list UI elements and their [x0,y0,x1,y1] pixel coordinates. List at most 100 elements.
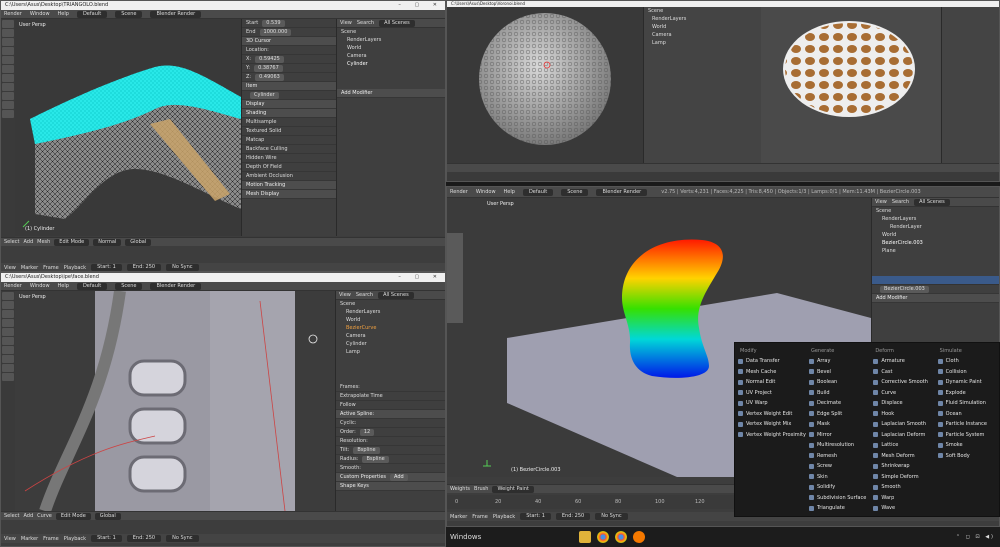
timeline-playback-menu[interactable]: Playback [493,514,515,520]
menu-render[interactable]: Render [4,283,22,289]
timeline-frame-menu[interactable]: Frame [472,514,488,520]
outliner-camera[interactable]: Camera [644,31,761,39]
render-engine-select[interactable]: Blender Render [596,188,648,196]
modifier-item-skin[interactable]: Skin [808,472,870,483]
radius-select[interactable]: Bspline [362,456,389,463]
menu-help[interactable]: Help [58,11,69,17]
end-field[interactable]: 1000.000 [259,29,292,36]
layout-select[interactable]: Default [76,10,108,18]
outliner-search-menu[interactable]: Search [357,20,374,26]
outliner-world[interactable]: World [336,316,445,324]
modifier-item-solidify[interactable]: Solidify [808,482,870,493]
modifier-item-screw[interactable]: Screw [808,461,870,472]
modifier-item-wave[interactable]: Wave [873,503,934,514]
end-frame-field[interactable]: End: 250 [126,535,162,542]
timeline-marker-menu[interactable]: Marker [21,265,38,271]
window-title-bar[interactable]: C:\Users\Asus\Desktop\ipe\face.blend – ▢… [1,273,445,282]
timeline-playback-menu[interactable]: Playback [64,265,86,271]
window-title-bar[interactable]: C:\Users\Asus\Desktop\TRIANGOLO.blend – … [1,1,445,10]
end-frame-field[interactable]: End: 250 [555,513,591,520]
mode-select[interactable]: Edit Mode [54,238,90,246]
add-modifier-button[interactable]: Add Modifier [872,294,999,303]
modifier-item-array[interactable]: Array [808,356,870,367]
modifier-item-bevel[interactable]: Bevel [808,367,870,378]
checkbox-backface-culling[interactable]: Backface Culling [242,145,336,154]
menu-render[interactable]: Render [450,189,468,195]
modifier-item-laplacian-smooth[interactable]: Laplacian Smooth [873,419,934,430]
modifier-item-particle-system[interactable]: Particle System [937,430,999,441]
outliner-beziercircle[interactable]: BezierCircle.003 [872,239,999,247]
folder-icon[interactable] [579,531,591,543]
modifier-item-laplacian-deform[interactable]: Laplacian Deform [873,430,934,441]
section-3d-cursor[interactable]: 3D Cursor [242,37,336,46]
window-controls[interactable]: – ▢ ✕ [398,273,443,282]
orientation-select[interactable]: Global [94,512,121,520]
outliner-view-menu[interactable]: View [339,292,351,298]
modifier-item-particle-instance[interactable]: Particle Instance [937,419,999,430]
modifier-item-uv-warp[interactable]: UV Warp [738,398,806,409]
outliner-renderlayers[interactable]: RenderLayers [336,308,445,316]
menu-render[interactable]: Render [4,11,22,17]
menu-weights[interactable]: Weights [450,486,470,492]
timeline-marker-menu[interactable]: Marker [21,536,38,542]
outliner-cylinder[interactable]: Cylinder [337,60,445,68]
section-custom-properties[interactable]: Custom Properties Add [336,473,445,482]
outliner-renderlayers[interactable]: RenderLayers [872,215,999,223]
tool-tabs[interactable] [1,19,15,244]
modifier-item-mesh-cache[interactable]: Mesh Cache [738,367,806,378]
modifier-item-ocean[interactable]: Ocean [937,409,999,420]
modifier-item-displace[interactable]: Displace [873,398,934,409]
prop-cyclic[interactable]: Cyclic: [336,419,445,428]
render-engine-select[interactable]: Blender Render [150,10,202,18]
sync-select[interactable]: No Sync [595,513,628,520]
checkbox-matcap[interactable]: Matcap [242,136,336,145]
modifier-item-corrective-smooth[interactable]: Corrective Smooth [873,377,934,388]
object-name-field[interactable]: BezierCircle.003 [880,286,929,293]
prop-follow[interactable]: Follow [336,401,445,410]
outliner-camera[interactable]: Camera [336,332,445,340]
outliner-display-select[interactable]: All Scenes [379,19,415,27]
outliner-display-select[interactable]: All Scenes [914,198,950,206]
start-frame-field[interactable]: Start: 1 [91,264,122,271]
modifier-item-subdivision-surface[interactable]: Subdivision Surface [808,493,870,504]
section-motion-tracking[interactable]: Motion Tracking [242,181,336,190]
outliner-beziercurve[interactable]: BezierCurve [336,324,445,332]
outliner-renderlayers[interactable]: RenderLayers [337,36,445,44]
add-modifier-button[interactable]: Add Modifier [337,89,445,98]
section-item[interactable]: Item [242,82,336,91]
prop-extrapolate[interactable]: Extrapolate Time [336,392,445,401]
checkbox-textured-solid[interactable]: Textured Solid [242,127,336,136]
cylinder-mesh[interactable] [15,19,241,236]
modifier-item-vertex-weight-proximity[interactable]: Vertex Weight Proximity [738,430,806,441]
orientation-select[interactable]: Global [125,238,152,246]
modifier-item-uv-project[interactable]: UV Project [738,388,806,399]
start-frame-field[interactable]: Start: 1 [520,513,551,520]
modifier-item-build[interactable]: Build [808,388,870,399]
window-controls[interactable]: – ▢ ✕ [398,1,443,10]
pivot-select[interactable]: Normal [93,238,122,246]
modifier-item-simple-deform[interactable]: Simple Deform [873,472,934,483]
modifier-item-vertex-weight-mix[interactable]: Vertex Weight Mix [738,419,806,430]
end-frame-field[interactable]: End: 250 [126,264,162,271]
checkbox-depth-of-field[interactable]: Depth Of Field [242,163,336,172]
chrome-icon-2[interactable] [615,531,627,543]
menu-mesh[interactable]: Mesh [37,239,50,245]
modifier-item-cloth[interactable]: Cloth [937,356,999,367]
sync-select[interactable]: No Sync [166,264,199,271]
modifier-item-vertex-weight-edit[interactable]: Vertex Weight Edit [738,409,806,420]
layout-select[interactable]: Default [522,188,554,196]
modifier-item-boolean[interactable]: Boolean [808,377,870,388]
modifier-item-hook[interactable]: Hook [873,409,934,420]
outliner-view-menu[interactable]: View [875,199,887,205]
timeline-frame-menu[interactable]: Frame [43,265,59,271]
modifier-item-mask[interactable]: Mask [808,419,870,430]
section-shading[interactable]: Shading [242,109,336,118]
modifier-item-soft-body[interactable]: Soft Body [937,451,999,462]
menu-brush[interactable]: Brush [474,486,488,492]
timeline-marker-menu[interactable]: Marker [450,514,467,520]
3d-viewport-sphere[interactable] [447,7,643,163]
tilt-select[interactable]: Bspline [353,447,380,454]
menu-help[interactable]: Help [504,189,515,195]
order-field[interactable]: 12 [359,429,375,436]
modifier-item-normal-edit[interactable]: Normal Edit [738,377,806,388]
